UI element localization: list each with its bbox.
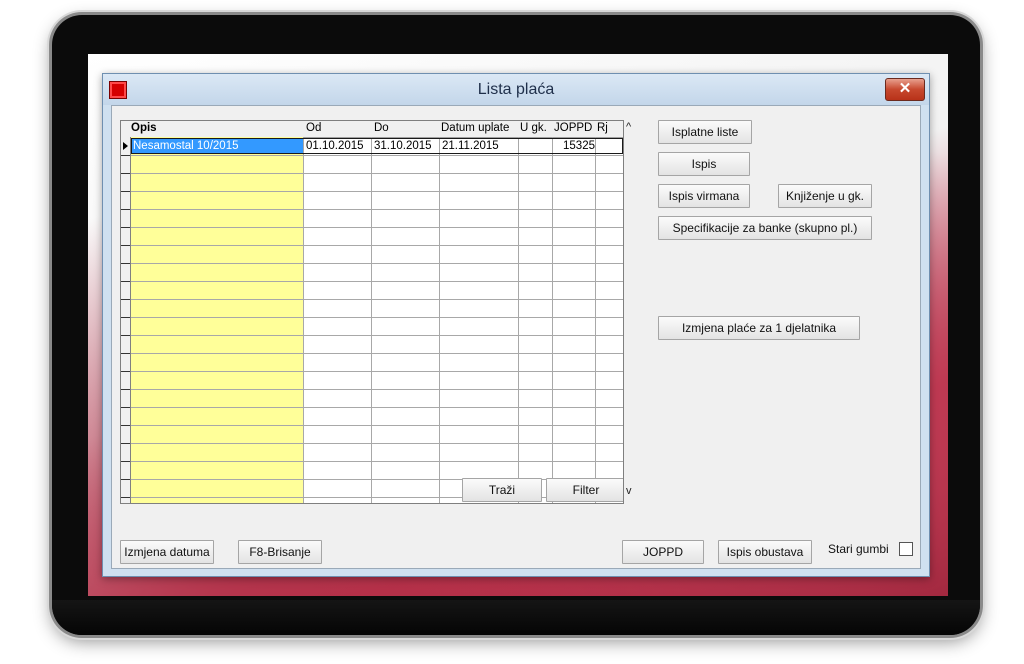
ispis-button[interactable]: Ispis: [658, 152, 750, 176]
row-indicator-tick: [121, 335, 130, 336]
grid-row-divider: [131, 209, 623, 210]
joppd-button[interactable]: JOPPD: [622, 540, 704, 564]
grid-row-divider: [131, 443, 623, 444]
close-button[interactable]: ✕: [885, 78, 925, 101]
ispis-obustava-button[interactable]: Ispis obustava: [718, 540, 812, 564]
close-icon: ✕: [898, 80, 912, 97]
grid-row-divider: [131, 173, 623, 174]
row-indicator-tick: [121, 245, 130, 246]
row-indicator-tick: [121, 281, 130, 282]
payroll-grid[interactable]: Opis Od Do Datum uplate U gk. JOPPD Rj N…: [120, 120, 624, 504]
grid-row-divider: [131, 407, 623, 408]
grid-row-divider: [131, 389, 623, 390]
window-client-area: Opis Od Do Datum uplate U gk. JOPPD Rj N…: [111, 105, 921, 569]
column-header-opis[interactable]: Opis: [131, 122, 157, 134]
column-header-do[interactable]: Do: [374, 122, 389, 134]
grid-row-divider: [131, 371, 623, 372]
window-title: Lista plaća: [477, 81, 555, 98]
row-indicator-tick: [121, 497, 130, 498]
row-indicator-tick: [121, 317, 130, 318]
grid-row-divider: [131, 299, 623, 300]
row-indicator-tick: [121, 209, 130, 210]
grid-row-divider: [131, 335, 623, 336]
knjizenje-u-gk-button[interactable]: Knjiženje u gk.: [778, 184, 872, 208]
grid-row-divider: [131, 191, 623, 192]
row-indicator-tick: [121, 407, 130, 408]
row-indicator-tick: [121, 227, 130, 228]
specifikacije-za-banke-button[interactable]: Specifikacije za banke (skupno pl.): [658, 216, 872, 240]
isplatne-liste-button[interactable]: Isplatne liste: [658, 120, 752, 144]
grid-cell-datum-uplate[interactable]: 21.11.2015: [442, 138, 499, 154]
row-indicator-tick: [121, 299, 130, 300]
title-bar[interactable]: Lista plaća ✕: [103, 74, 929, 105]
grid-cell-opis[interactable]: Nesamostal 10/2015: [131, 138, 303, 154]
column-header-datum-uplate[interactable]: Datum uplate: [441, 122, 509, 134]
grid-row-divider: [131, 245, 623, 246]
grid-row-divider: [131, 461, 623, 462]
grid-cell-od[interactable]: 01.10.2015: [306, 138, 364, 154]
chevron-up-icon[interactable]: ^: [626, 121, 631, 133]
grid-scrollbar[interactable]: ^ v: [624, 121, 640, 502]
grid-row-divider: [131, 263, 623, 264]
row-indicator-tick: [121, 425, 130, 426]
column-header-od[interactable]: Od: [306, 122, 321, 134]
grid-cell-do[interactable]: 31.10.2015: [374, 138, 432, 154]
row-indicator-tick: [121, 479, 130, 480]
ispis-virmana-button[interactable]: Ispis virmana: [658, 184, 750, 208]
f8-brisanje-button[interactable]: F8-Brisanje: [238, 540, 322, 564]
row-indicator-tick: [121, 371, 130, 372]
grid-row-divider: [131, 425, 623, 426]
row-indicator-tick: [121, 389, 130, 390]
grid-row-divider: [131, 227, 623, 228]
row-indicator-tick: [121, 443, 130, 444]
trazi-button[interactable]: Traži: [462, 478, 542, 502]
row-indicator-tick: [121, 353, 130, 354]
tablet-bezel-bottom: [52, 600, 980, 635]
row-indicator-tick: [121, 155, 130, 156]
filter-button[interactable]: Filter: [546, 478, 623, 502]
izmjena-datuma-button[interactable]: Izmjena datuma: [120, 540, 214, 564]
row-indicator-tick: [121, 191, 130, 192]
grid-cell-joppd[interactable]: 15325: [555, 138, 595, 154]
column-header-joppd[interactable]: JOPPD: [554, 122, 592, 134]
stari-gumbi-checkbox[interactable]: [899, 542, 913, 556]
row-indicator-tick: [121, 461, 130, 462]
izmjena-place-button[interactable]: Izmjena plaće za 1 djelatnika: [658, 316, 860, 340]
column-header-u-gk[interactable]: U gk.: [520, 122, 547, 134]
grid-row-divider: [131, 281, 623, 282]
lista-placa-window: Lista plaća ✕ Opis Od Do Datum uplate U …: [102, 73, 930, 577]
grid-row-divider: [131, 317, 623, 318]
grid-row-divider: [131, 353, 623, 354]
grid-header: Opis Od Do Datum uplate U gk. JOPPD Rj: [121, 121, 623, 138]
grid-row-divider: [131, 155, 623, 156]
row-indicator-tick: [121, 263, 130, 264]
current-row-arrow-icon: [123, 142, 128, 150]
row-indicator-tick: [121, 173, 130, 174]
chevron-down-icon[interactable]: v: [626, 485, 632, 497]
column-header-rj[interactable]: Rj: [597, 122, 608, 134]
stari-gumbi-label: Stari gumbi: [828, 542, 889, 556]
